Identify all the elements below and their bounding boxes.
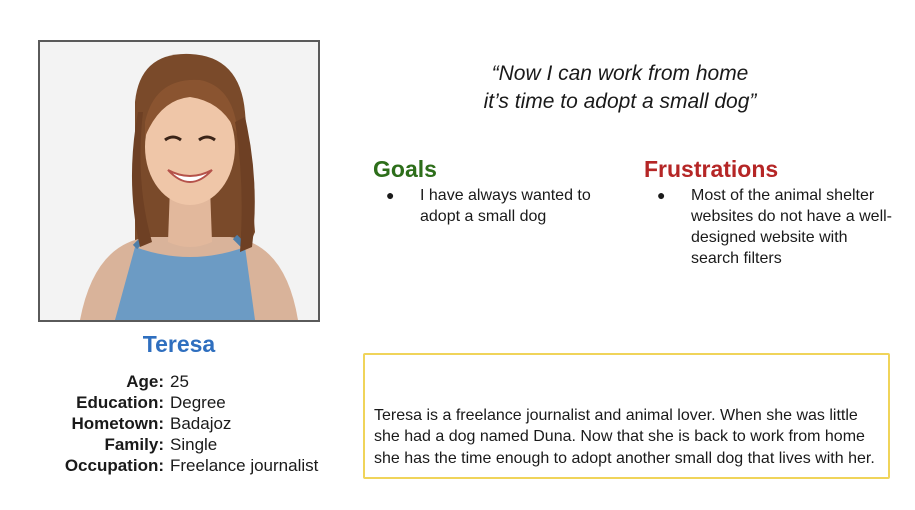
frustration-text: Most of the animal shelter websites do n…	[691, 187, 892, 267]
persona-photo	[38, 40, 320, 322]
bullet-icon: ●	[657, 187, 666, 203]
detail-value: Degree	[170, 393, 226, 412]
goal-text: I have always wanted to adopt a small do…	[420, 187, 591, 225]
persona-portrait-illustration	[40, 42, 318, 320]
detail-row-hometown: Hometown: Badajoz	[40, 413, 360, 434]
quote-line-1: “Now I can work from home	[491, 62, 749, 85]
bio-box: Teresa is a freelance journalist and ani…	[363, 353, 890, 479]
detail-label: Occupation:	[64, 456, 164, 475]
bullet-icon: ●	[386, 187, 395, 203]
detail-row-family: Family: Single	[40, 434, 360, 455]
detail-value: 25	[170, 372, 189, 391]
frustrations-heading: Frustrations	[644, 156, 779, 182]
goals-list: ● I have always wanted to adopt a small …	[386, 185, 606, 227]
detail-label: Family:	[104, 435, 164, 454]
bio-text: Teresa is a freelance journalist and ani…	[374, 406, 875, 467]
detail-row-age: Age: 25	[40, 371, 360, 392]
detail-value: Freelance journalist	[170, 456, 319, 475]
detail-value: Badajoz	[170, 414, 232, 433]
frustration-item: ● Most of the animal shelter websites do…	[657, 185, 892, 269]
frustrations-list: ● Most of the animal shelter websites do…	[657, 185, 892, 269]
persona-details: Age: 25 Education: Degree Hometown: Bada…	[40, 371, 360, 476]
quote-line-2: it’s time to adopt a small dog”	[483, 90, 757, 113]
detail-label: Hometown:	[71, 414, 164, 433]
goals-heading: Goals	[373, 156, 437, 182]
detail-label: Education:	[76, 393, 164, 412]
detail-row-occupation: Occupation: Freelance journalist	[40, 455, 360, 476]
persona-quote: “Now I can work from home it’s time to a…	[420, 60, 820, 116]
detail-value: Single	[170, 435, 218, 454]
persona-name: Teresa	[142, 331, 216, 357]
detail-label: Age:	[126, 372, 164, 391]
detail-row-education: Education: Degree	[40, 392, 360, 413]
goal-item: ● I have always wanted to adopt a small …	[386, 185, 606, 227]
